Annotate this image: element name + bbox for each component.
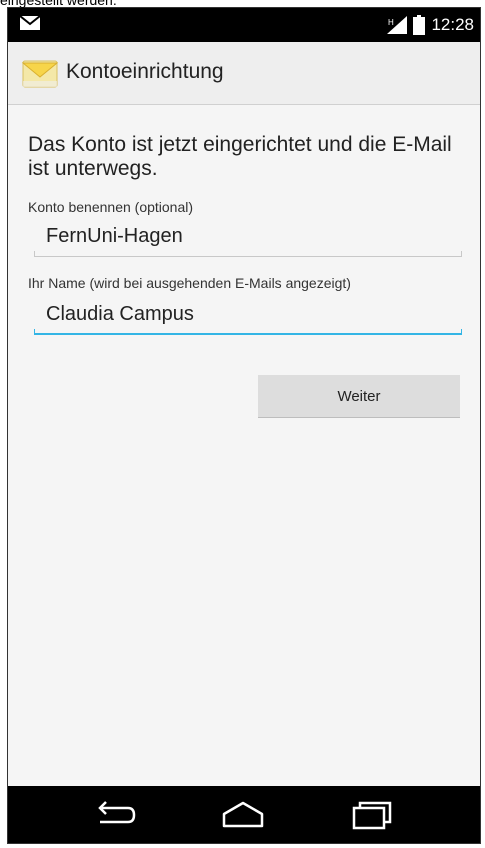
recent-apps-icon[interactable] [346, 798, 396, 832]
account-name-label: Konto benennen (optional) [28, 199, 194, 215]
navigation-bar [8, 786, 480, 843]
status-time: 12:28 [431, 15, 474, 34]
mail-icon [20, 16, 40, 30]
caption-text: eingestellt werden. [0, 0, 117, 8]
svg-text:H: H [388, 18, 394, 27]
setup-complete-message: Das Konto ist jetzt eingerichtet und die… [28, 133, 452, 180]
phone-screen: H 12:28 Kontoeinrichtung Das Konto ist j… [7, 7, 481, 844]
screenshot-page: eingestellt werden. H 12:28 Kontoeinrich… [0, 0, 485, 848]
page-title: Kontoeinrichtung [66, 60, 224, 83]
status-bar: H 12:28 [8, 8, 480, 42]
your-name-value: Claudia Campus [46, 303, 194, 325]
battery-icon [413, 15, 426, 35]
back-icon[interactable] [88, 798, 138, 832]
account-name-field[interactable]: FernUni-Hagen [34, 223, 462, 257]
signal-icon: H [387, 16, 408, 34]
next-button[interactable]: Weiter [258, 375, 460, 418]
action-bar: Kontoeinrichtung [8, 42, 480, 105]
status-right-group: H 12:28 [387, 15, 474, 35]
home-icon[interactable] [218, 798, 268, 832]
your-name-label: Ihr Name (wird bei ausgehenden E-Mails a… [28, 275, 351, 291]
your-name-underline [34, 329, 462, 335]
document-caption: eingestellt werden. [0, 0, 117, 8]
email-app-icon[interactable] [22, 57, 58, 89]
account-name-value: FernUni-Hagen [46, 225, 183, 247]
setup-form: Das Konto ist jetzt eingerichtet und die… [8, 105, 480, 786]
your-name-field[interactable]: Claudia Campus [34, 301, 462, 335]
account-name-underline [34, 251, 462, 257]
